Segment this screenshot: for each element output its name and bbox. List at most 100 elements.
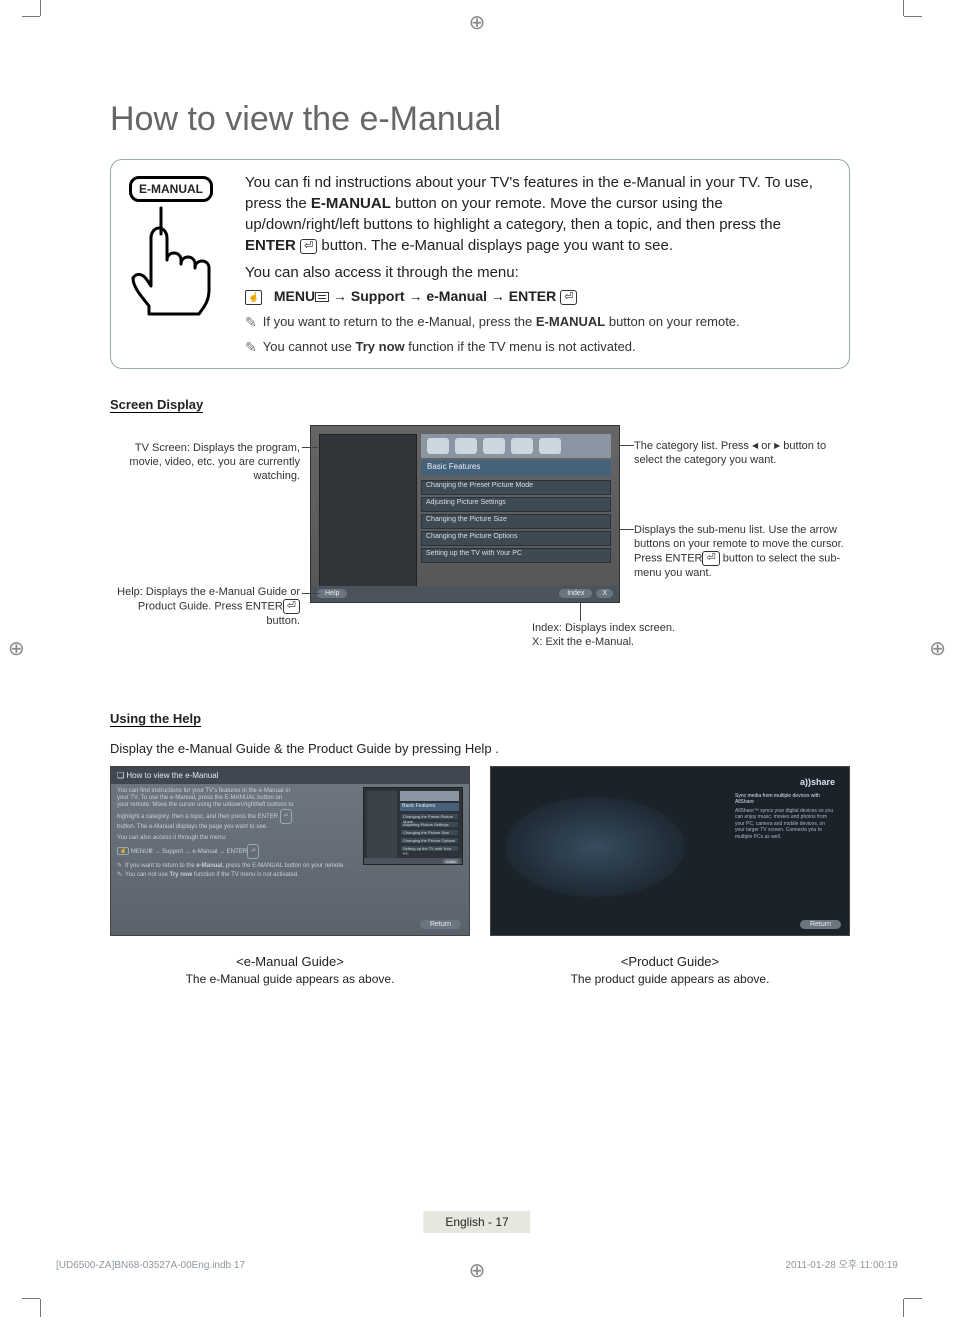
caption-product-sub: The product guide appears as above. (490, 972, 850, 986)
allshare-text-block: Sync media from multiple devices with Al… (735, 793, 835, 841)
enter-icon-6: ⏎ (247, 844, 259, 859)
note-icon-2: ✎ (245, 338, 257, 358)
submenu-item: Changing the Picture Size (421, 514, 611, 529)
submenu-list: Changing the Preset Picture Mode Adjusti… (421, 480, 611, 565)
leader-line (302, 593, 320, 594)
note1-a: If you want to return to the e-Manual, p… (263, 314, 536, 329)
note-icon-3: ✎ (117, 863, 122, 870)
mini-submenu: Changing the Preset Picture Mode Adjusti… (400, 813, 459, 853)
enter-icon-5: ⏎ (280, 809, 292, 824)
crop-mark-tl (40, 16, 70, 46)
registration-mark-left: ⊕ (8, 636, 25, 661)
intro-p1-enter: ENTER (245, 237, 296, 254)
category-icon-5 (539, 438, 561, 454)
screen-display-diagram: Basic Features Changing the Preset Pictu… (110, 425, 850, 655)
leader-line (302, 447, 318, 448)
callout-idx-b: : Displays index screen. (559, 622, 675, 634)
hand-icon: ☝ (245, 290, 262, 305)
registration-mark-top: ⊕ (469, 10, 486, 35)
card-note2-bold: Try now (170, 872, 193, 878)
menupath-menu: MENU (274, 288, 315, 304)
callout-submenu: Displays the sub-menu list. Use the arro… (634, 523, 844, 581)
allshare-logo: a))share (800, 777, 835, 787)
leader-line (620, 529, 634, 530)
help-pill: Help (317, 589, 347, 598)
submenu-item: Changing the Picture Options (421, 531, 611, 546)
callout-help-e: Product Guide (138, 600, 208, 612)
page-title: How to view the e-Manual (110, 100, 850, 139)
mini-category-bar (400, 791, 459, 801)
caption-emanual-title: <e-Manual Guide> (110, 954, 470, 969)
mini-row: Setting up the TV with Your PC (400, 845, 459, 852)
menu-icon (315, 292, 329, 302)
note2-b: Try now (356, 339, 405, 354)
emanual-guide-card: ❏ How to view the e-Manual You can find … (110, 766, 470, 936)
category-icon-1 (427, 438, 449, 454)
product-guide-illustration (505, 797, 685, 897)
callout-index-x: Index: Displays index screen. X: Exit th… (532, 621, 752, 650)
note1-b: E-MANUAL (536, 314, 605, 329)
mini-row: Changing the Picture Options (400, 837, 459, 844)
mini-category-label: Basic Features (400, 803, 459, 811)
using-help-heading: Using the Help (110, 711, 201, 727)
intro-p1-e: button. The e-Manual displays page you w… (321, 237, 673, 254)
registration-mark-right: ⊕ (929, 636, 946, 661)
note-icon-4: ✎ (117, 872, 122, 879)
using-help-lead-b: Help (465, 741, 492, 756)
intro-panel: E-MANUAL You can fi nd instructions abou… (110, 159, 850, 369)
using-help-lead-c: . (495, 741, 499, 756)
card-menupath: MENUⅢ → Support → e-Manual → ENTER (131, 849, 247, 855)
callout-help-b: : Displays the (140, 586, 209, 598)
return-pill: Return (420, 920, 461, 929)
crop-mark-tr (874, 16, 904, 46)
card-body-b: button. The e-Manual displays the page y… (117, 824, 268, 830)
product-guide-card: a))share Sync media from multiple device… (490, 766, 850, 936)
leader-line (620, 445, 634, 446)
enter-icon-4: ⏎ (702, 551, 719, 566)
hand-press-icon (129, 206, 213, 316)
note2-c: function if the TV menu is not activated… (408, 339, 635, 354)
return-pill-2: Return (800, 920, 841, 929)
index-pill: Index (559, 589, 592, 598)
screen-display-heading: Screen Display (110, 397, 203, 413)
tv-mock: Basic Features Changing the Preset Pictu… (310, 425, 620, 603)
callout-idx-a: Index (532, 622, 559, 634)
category-label: Basic Features (421, 460, 611, 476)
card-title: How to view the e-Manual (126, 771, 218, 780)
registration-mark-bottom: ⊕ (469, 1258, 486, 1283)
intro-p1-emanual: E-MANUAL (311, 195, 391, 212)
callout-help: Help: Displays the e-Manual Guide or Pro… (110, 585, 300, 629)
intro-p2: You can also access it through the menu: (245, 262, 831, 283)
callout-help-d: or (287, 586, 300, 598)
mini-row: Changing the Picture Size (400, 829, 459, 836)
note1-c: button on your remote. (609, 314, 740, 329)
callout-help-a: Help (117, 586, 140, 598)
caption-emanual-sub: The e-Manual guide appears as above. (110, 972, 470, 986)
callout-category: The category list. Press ◀ or ▶ button t… (634, 439, 834, 468)
crop-mark-bl (40, 1269, 70, 1299)
callout-cat-a: The category list. Press (634, 440, 752, 452)
enter-icon-2: ⏎ (560, 290, 577, 305)
using-help-lead-a: Display the e-Manual Guide & the Product… (110, 741, 465, 756)
remote-button-illustration: E-MANUAL (129, 172, 229, 322)
mini-bottom-bar: Index (364, 858, 462, 864)
submenu-item: Setting up the TV with Your PC (421, 548, 611, 563)
mini-row: Changing the Preset Picture Mode (400, 813, 459, 820)
category-icon-bar (421, 434, 611, 458)
enter-icon-3: ⏎ (283, 599, 300, 614)
callout-help-c: e-Manual Guide (209, 586, 287, 598)
mini-row: Adjusting Picture Settings (400, 821, 459, 828)
crop-mark-br (874, 1269, 904, 1299)
callout-x-b: : Exit the e-Manual. (539, 636, 634, 648)
note-icon: ✎ (245, 313, 257, 333)
card-p2: You can also access it through the menu: (117, 835, 295, 842)
callout-sub-b: ENTER (665, 553, 702, 565)
mini-tv-mock: Basic Features Changing the Preset Pictu… (363, 787, 463, 865)
tv-screen-area (319, 434, 417, 592)
page-footer: English - 17 (423, 1211, 530, 1233)
page-footer-label: English - 17 (445, 1215, 508, 1229)
category-icon-2 (455, 438, 477, 454)
category-icon-3 (483, 438, 505, 454)
intro-text: You can fi nd instructions about your TV… (245, 172, 831, 358)
mini-screen (367, 791, 397, 863)
